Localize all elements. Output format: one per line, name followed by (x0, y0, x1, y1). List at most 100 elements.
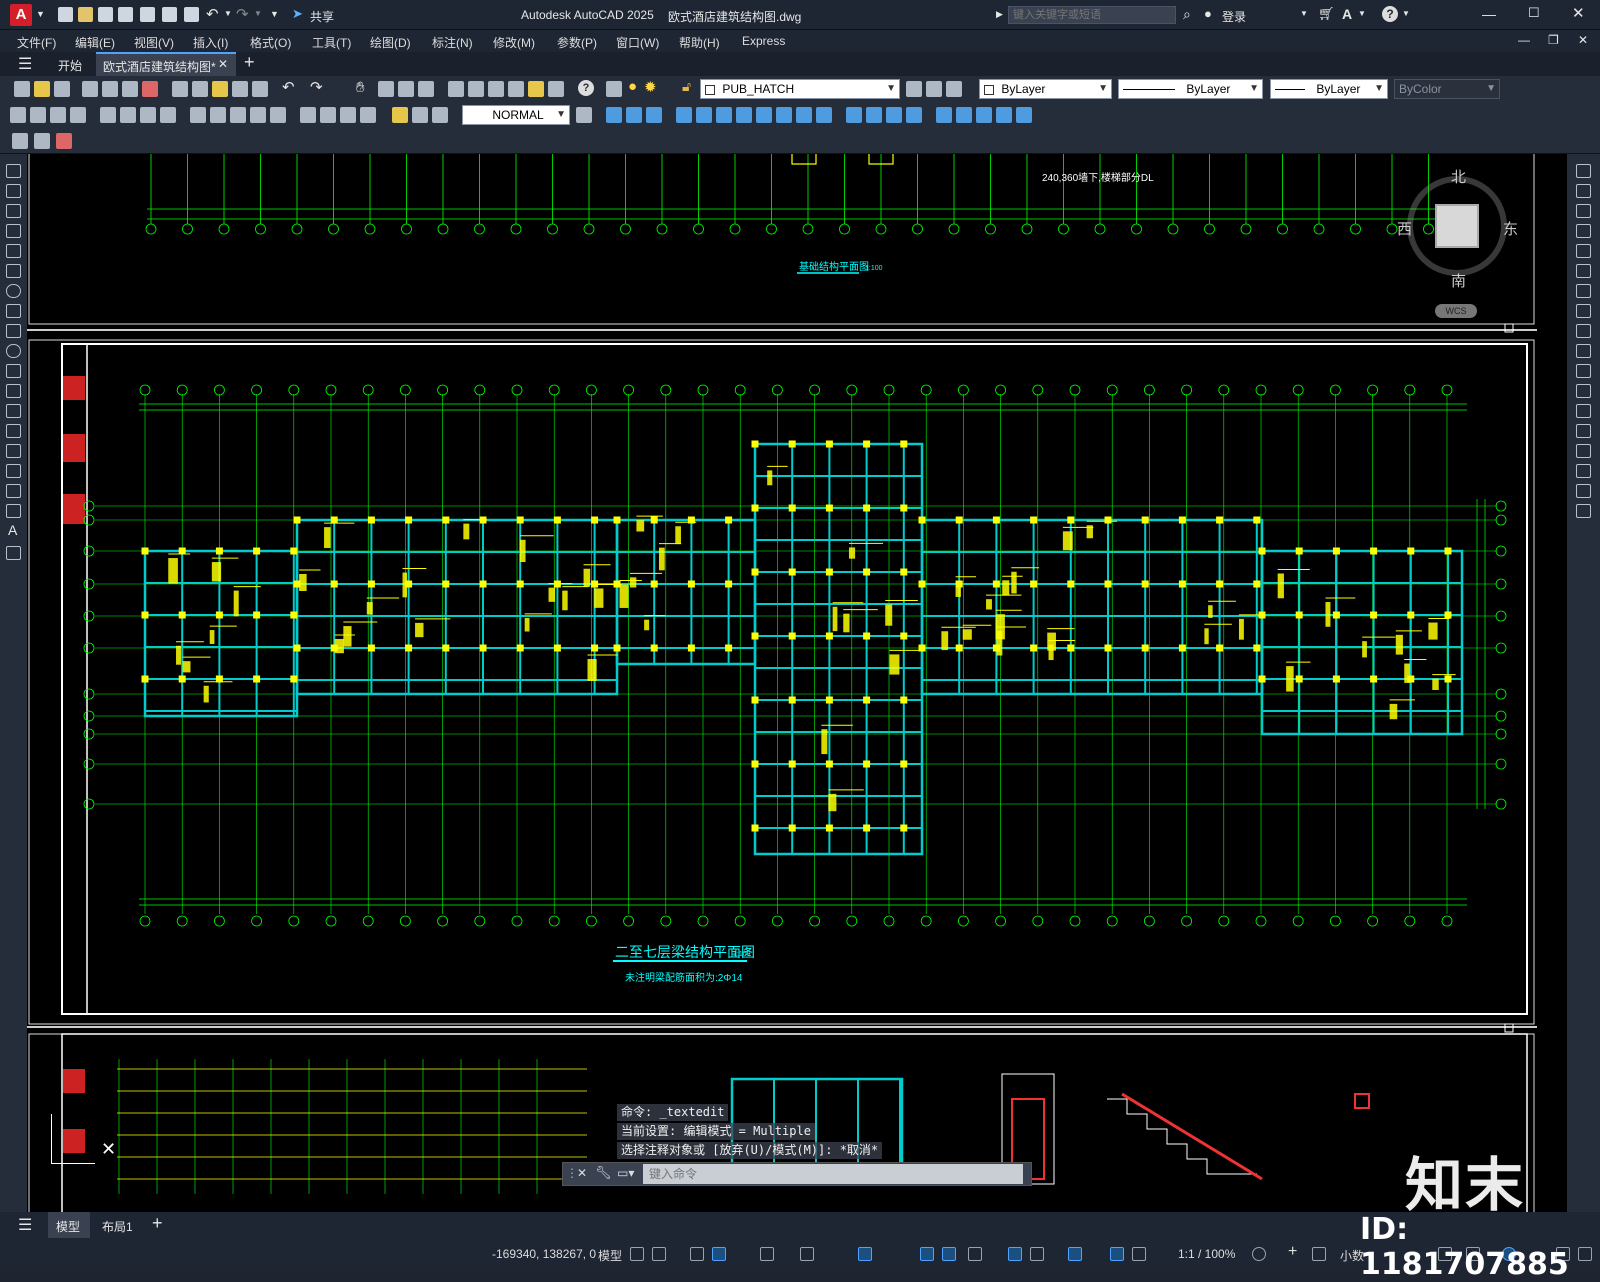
share-button[interactable]: 共享 (310, 8, 334, 25)
osnap-icon[interactable] (920, 1247, 934, 1261)
imprint-icon[interactable] (886, 107, 902, 123)
selection-cycling-icon[interactable] (1008, 1247, 1022, 1261)
solid-extra-icon[interactable] (1016, 107, 1032, 123)
infer-icon[interactable] (690, 1247, 704, 1261)
cut-icon[interactable] (172, 81, 188, 97)
mirror-icon[interactable] (1576, 204, 1591, 218)
taper-faces-icon[interactable] (776, 107, 792, 123)
dim-jogged-icon[interactable] (120, 107, 136, 123)
plot-icon[interactable] (184, 7, 199, 22)
undo-dropdown-icon[interactable]: ▼ (224, 9, 232, 18)
polygon-icon[interactable] (6, 224, 21, 238)
copy-faces-icon[interactable] (796, 107, 812, 123)
open-icon[interactable] (78, 7, 93, 22)
construction-line-icon[interactable] (6, 184, 21, 198)
layer-unlock-icon[interactable]: 🔓︎ (682, 78, 691, 95)
tool-palettes-icon[interactable] (488, 81, 504, 97)
model-space-canvas[interactable]: 基础结构平面图 1:100 240,360墙下,楼梯部分DL 二至七层梁结构平面… (27, 154, 1567, 1212)
redo-icon[interactable]: ↷ (236, 5, 249, 23)
app-dropdown-icon[interactable]: ▼ (1358, 9, 1366, 18)
matchprop-icon[interactable] (232, 81, 248, 97)
autocad-logo[interactable]: A (10, 4, 32, 26)
layer-dropdown[interactable]: PUB_HATCH ▼ (700, 79, 900, 99)
rotate-icon[interactable] (1576, 284, 1591, 298)
zoom-realtime-icon[interactable] (378, 81, 394, 97)
break-point-icon[interactable] (1576, 384, 1591, 398)
menu-modify[interactable]: 修改(M) (493, 34, 535, 51)
annotation-scale[interactable]: 1:1 / 100% (1178, 1247, 1235, 1261)
pan-icon[interactable]: ✋︎ (356, 79, 365, 96)
menu-view[interactable]: 视图(V) (134, 34, 174, 51)
maximize-icon[interactable]: ☐ (1528, 5, 1540, 21)
polyline-icon[interactable] (6, 204, 21, 218)
calculator-icon[interactable] (548, 81, 564, 97)
make-current-layer-icon[interactable] (906, 81, 922, 97)
spline-icon[interactable] (6, 324, 21, 338)
make-block-icon[interactable] (6, 404, 21, 418)
save-as-icon[interactable] (118, 7, 133, 22)
qnew-icon[interactable] (14, 81, 30, 97)
ellipse-arc-icon[interactable] (6, 364, 21, 378)
stretch-icon[interactable] (1576, 324, 1591, 338)
menu-express[interactable]: Express (742, 34, 785, 48)
dim-continue-icon[interactable] (230, 107, 246, 123)
subtract-icon[interactable] (626, 107, 642, 123)
annotation-visibility-icon[interactable] (1110, 1247, 1124, 1261)
dim-ordinate-icon[interactable] (70, 107, 86, 123)
user-icon[interactable]: ● (1204, 6, 1212, 21)
block-insert-icon[interactable] (12, 133, 28, 149)
layer-on-icon[interactable]: ● (628, 78, 637, 95)
cart-icon[interactable]: 🛒︎ (1318, 6, 1335, 22)
undo-tool-icon[interactable]: ↶ (282, 78, 295, 96)
new-icon[interactable] (58, 7, 73, 22)
color-faces-icon[interactable] (816, 107, 832, 123)
move-icon[interactable] (1576, 264, 1591, 278)
new-tab-icon[interactable]: + (244, 52, 255, 73)
clean-icon[interactable] (906, 107, 922, 123)
login-button[interactable]: 登录 (1222, 8, 1246, 25)
viewcube-south[interactable]: 南 (1451, 270, 1466, 291)
ellipse-icon[interactable] (6, 344, 21, 358)
layer-match-icon[interactable] (946, 81, 962, 97)
scale-icon[interactable] (1576, 304, 1591, 318)
minimize-icon[interactable]: — (1482, 6, 1496, 22)
dim-text-edit-icon[interactable] (412, 107, 428, 123)
revision-cloud-icon[interactable] (6, 304, 21, 318)
menu-dimension[interactable]: 标注(N) (432, 34, 473, 51)
wcs-menu[interactable]: WCS (1435, 304, 1477, 318)
command-close-icon[interactable]: ✕ (577, 1166, 587, 1180)
move-faces-icon[interactable] (696, 107, 712, 123)
center-mark-icon[interactable] (320, 107, 336, 123)
3dprint-icon[interactable] (142, 81, 158, 97)
command-input[interactable] (643, 1164, 1023, 1184)
customize-dropdown-icon[interactable]: ▼ (270, 9, 279, 19)
extend-icon[interactable] (1576, 364, 1591, 378)
gradient-icon[interactable] (6, 464, 21, 478)
auto-scale-icon[interactable] (1132, 1247, 1146, 1261)
rectangle-icon[interactable] (6, 244, 21, 258)
hamburger-menu-icon[interactable]: ☰ (18, 54, 32, 74)
circle-icon[interactable] (6, 284, 21, 298)
menu-window[interactable]: 窗口(W) (616, 34, 659, 51)
open-file-icon[interactable] (34, 81, 50, 97)
search-expand-icon[interactable]: ▶ (996, 9, 1003, 20)
properties-icon[interactable] (448, 81, 464, 97)
dim-angular-icon[interactable] (160, 107, 176, 123)
publish-icon[interactable] (122, 81, 138, 97)
help-dropdown-icon[interactable]: ▼ (1402, 9, 1410, 18)
redo-dropdown-icon[interactable]: ▼ (254, 9, 262, 18)
blend-icon[interactable] (1576, 484, 1591, 498)
snap-icon[interactable] (652, 1247, 666, 1261)
point-icon[interactable] (6, 424, 21, 438)
linetype-dropdown[interactable]: ByLayer ▼ (1118, 79, 1263, 99)
menu-tools[interactable]: 工具(T) (312, 34, 351, 51)
search-icon[interactable]: ⌕ (1183, 6, 1191, 23)
layout-menu-icon[interactable]: ☰ (18, 1215, 32, 1235)
layer-properties-icon[interactable] (606, 81, 622, 97)
rotate-faces-icon[interactable] (756, 107, 772, 123)
design-center-icon[interactable] (468, 81, 484, 97)
help-icon[interactable]: ? (1382, 6, 1398, 22)
mtext-icon[interactable]: A (8, 522, 17, 538)
close-icon[interactable]: ✕ (1572, 4, 1585, 22)
array-icon[interactable] (1576, 244, 1591, 258)
